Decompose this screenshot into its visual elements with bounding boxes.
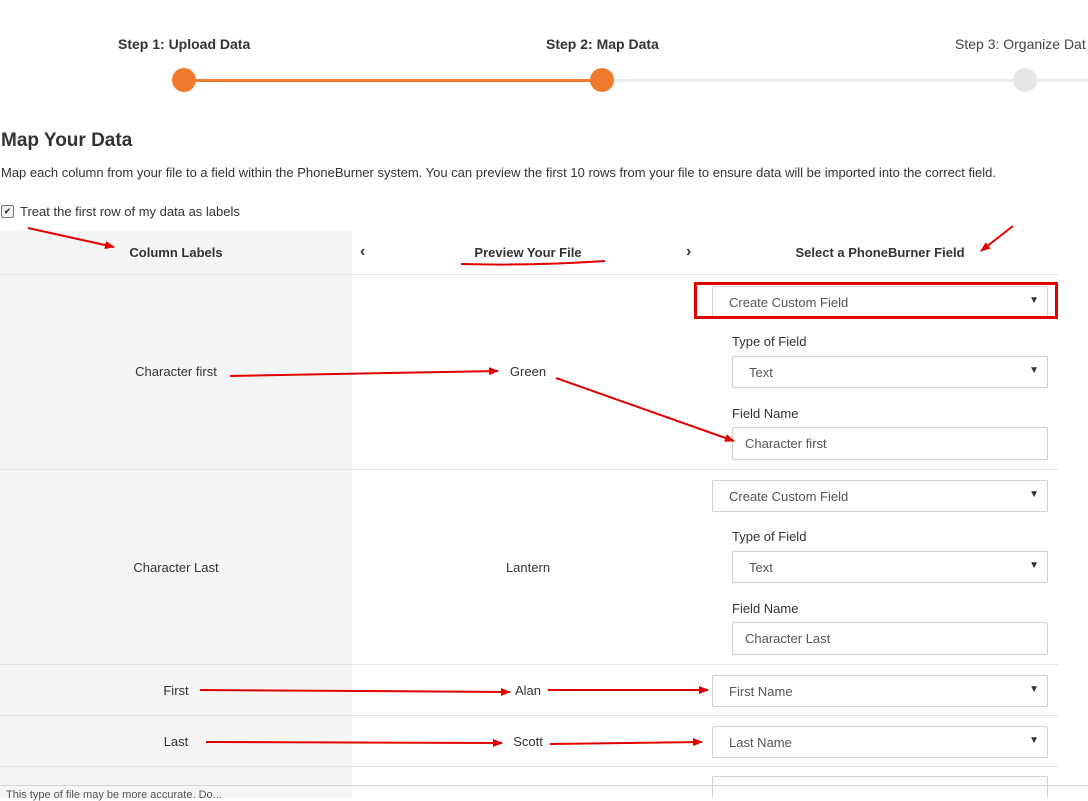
step-3-dot xyxy=(1013,68,1037,92)
header-select-field: Select a PhoneBurner Field xyxy=(795,245,965,260)
row-2-type-select-value: Text xyxy=(749,559,773,575)
row-5-field-select[interactable] xyxy=(712,776,1048,798)
row-2-field-select-value: Create Custom Field xyxy=(729,488,849,504)
footer-text: This type of file may be more accurate. … xyxy=(6,789,222,801)
step-2-dot xyxy=(590,68,614,92)
chevron-down-icon: ▼ xyxy=(1029,560,1039,571)
chevron-down-icon: ▼ xyxy=(1029,735,1039,746)
preview-prev-chevron-icon[interactable]: ‹ xyxy=(360,243,365,261)
step-2-label: Step 2: Map Data xyxy=(546,36,659,52)
progress-track-complete xyxy=(184,79,602,82)
row-divider xyxy=(0,766,1058,767)
header-preview-your-file: Preview Your File xyxy=(474,245,582,260)
row-1-type-select-value: Text xyxy=(749,364,773,380)
row-1-type-select[interactable]: Text ▼ xyxy=(732,356,1048,388)
chevron-down-icon: ▼ xyxy=(1029,489,1039,500)
step-3-label: Step 3: Organize Dat xyxy=(955,36,1086,52)
row-2-column-label: Character Last xyxy=(133,560,219,575)
row-1-field-name-value: Character first xyxy=(745,436,827,451)
row-1-field-name-input[interactable]: Character first xyxy=(732,427,1048,460)
row-4-field-select-value: Last Name xyxy=(729,734,792,750)
row-1-type-label: Type of Field xyxy=(732,334,807,349)
row-3-field-select[interactable]: First Name ▼ xyxy=(712,675,1048,707)
preview-next-chevron-icon[interactable]: › xyxy=(686,243,691,261)
row-3-preview-value: Alan xyxy=(514,682,542,698)
row-2-field-name-value: Character Last xyxy=(745,631,831,646)
row-2-field-name-input[interactable]: Character Last xyxy=(732,622,1048,655)
first-row-labels-text: Treat the first row of my data as labels xyxy=(20,204,240,219)
row-4-field-select[interactable]: Last Name ▼ xyxy=(712,726,1048,758)
row-2-name-label: Field Name xyxy=(732,601,799,616)
row-3-column-label: First xyxy=(163,682,189,698)
header-column-labels: Column Labels xyxy=(129,245,223,260)
first-row-labels-toggle[interactable]: ✔ Treat the first row of my data as labe… xyxy=(1,204,240,219)
row-1-column-label: Character first xyxy=(135,364,217,379)
progress-stepper: Step 1: Upload Data Step 2: Map Data Ste… xyxy=(0,0,1088,110)
step-1-dot xyxy=(172,68,196,92)
page-title: Map Your Data xyxy=(1,130,133,151)
step-1-label: Step 1: Upload Data xyxy=(118,36,251,52)
row-4-preview-value: Scott xyxy=(513,733,543,749)
row-2-type-select[interactable]: Text ▼ xyxy=(732,551,1048,583)
row-2-field-select[interactable]: Create Custom Field ▼ xyxy=(712,480,1048,512)
row-2-preview-value: Lantern xyxy=(505,560,551,575)
row-1-preview-value: Green xyxy=(509,364,547,379)
first-row-labels-checkbox[interactable]: ✔ xyxy=(1,205,14,218)
footer-divider xyxy=(0,785,1088,786)
chevron-down-icon: ▼ xyxy=(1029,365,1039,376)
row-4-column-label: Last xyxy=(163,733,189,749)
row-1-name-label: Field Name xyxy=(732,406,799,421)
page-description: Map each column from your file to a fiel… xyxy=(1,165,996,180)
row-3-field-select-value: First Name xyxy=(729,683,793,699)
annotation-highlight-box xyxy=(694,282,1058,319)
chevron-down-icon: ▼ xyxy=(1029,684,1039,695)
row-2-type-label: Type of Field xyxy=(732,529,807,544)
